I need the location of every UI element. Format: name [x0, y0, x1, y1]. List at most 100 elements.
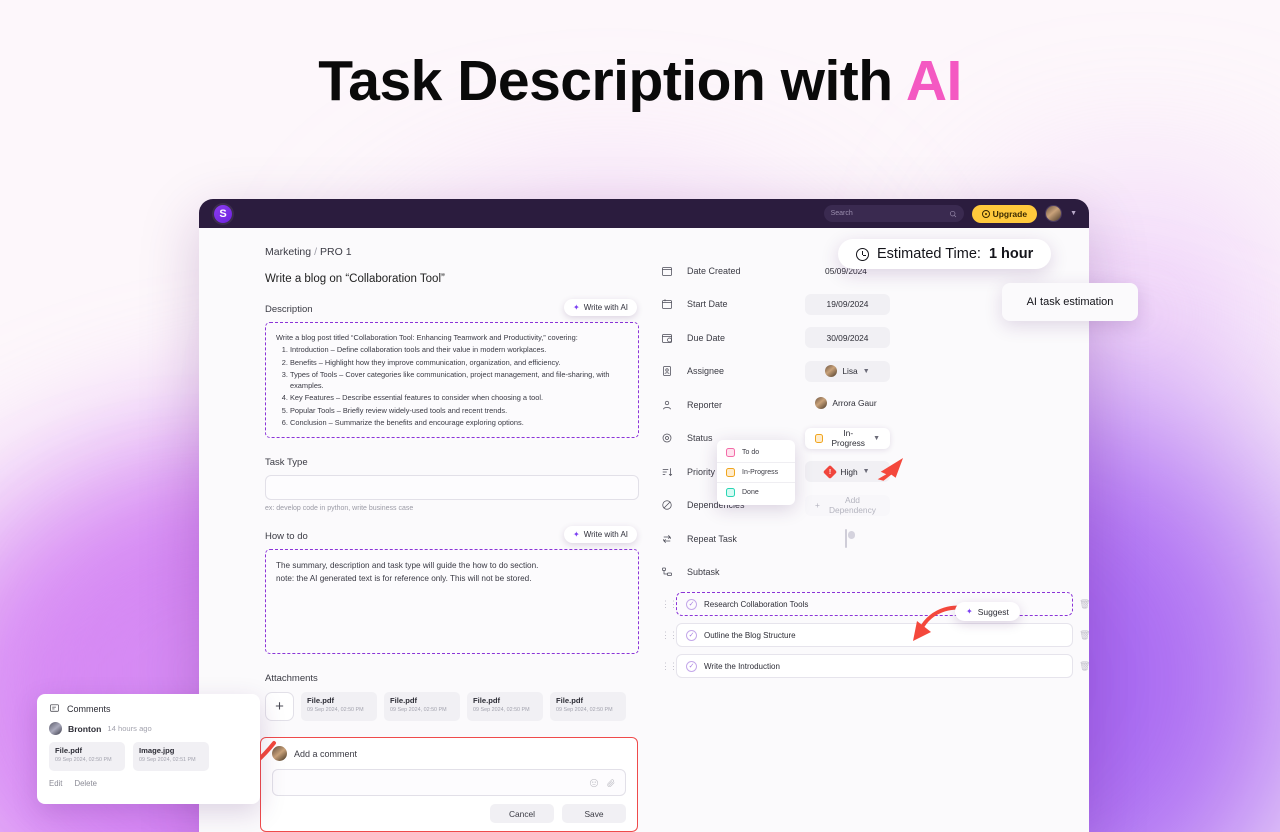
status-option-in-progress[interactable]: In-Progress — [717, 462, 795, 482]
description-intro: Write a blog post titled “Collaboration … — [276, 333, 578, 342]
page-title: Task Description with AI — [0, 48, 1280, 114]
comment-attachments: File.pdf 09 Sep 2024, 02:50 PM Image.jpg… — [49, 742, 248, 771]
status-dropdown-menu[interactable]: To do In-Progress Done — [717, 440, 795, 505]
attachment-name: File.pdf — [307, 696, 334, 705]
comment-attachment-chip[interactable]: File.pdf 09 Sep 2024, 02:50 PM — [49, 742, 125, 771]
assignee-field: Lisa ▼ — [805, 360, 890, 383]
delete-subtask-icon[interactable]: 🗑 — [1079, 661, 1089, 672]
subtask-card[interactable]: ✓ Write the Introduction — [676, 654, 1073, 678]
subtask-row: ⋮⋮ ✓ Write the Introduction 🗑 — [661, 654, 1089, 678]
attachment-date: 09 Sep 2024, 02:50 PM — [390, 707, 447, 713]
delete-subtask-icon[interactable]: 🗑 — [1079, 599, 1089, 610]
write-with-ai-button-description[interactable]: ✦ Write with AI — [563, 299, 637, 316]
drag-handle-icon[interactable]: ⋮⋮ — [661, 599, 678, 608]
description-point: Conclusion – Summarize the benefits and … — [290, 417, 628, 428]
estimated-time-value: 1 hour — [988, 246, 1034, 262]
suggest-button[interactable]: ✦ Suggest — [955, 602, 1020, 621]
person-icon — [661, 399, 687, 411]
status-option-done[interactable]: Done — [717, 482, 795, 502]
edit-comment-button[interactable]: Edit — [49, 779, 62, 788]
task-type-input[interactable] — [265, 475, 639, 500]
priority-value: High — [840, 466, 858, 477]
status-option-label: To do — [742, 449, 760, 456]
breadcrumb-project[interactable]: Marketing — [265, 246, 311, 258]
drag-handle-icon[interactable]: ⋮⋮ — [661, 661, 678, 670]
attachment-chip[interactable]: File.pdf 09 Sep 2024, 02:50 PM — [301, 692, 377, 721]
attachments-list: + File.pdf 09 Sep 2024, 02:50 PM File.pd… — [265, 692, 639, 721]
search-input[interactable]: Search — [823, 205, 964, 222]
attachment-name: File.pdf — [473, 696, 500, 705]
due-date-field: 30/09/2024 — [805, 327, 890, 349]
calendar-icon — [661, 298, 687, 310]
assignee-value[interactable]: Lisa ▼ — [805, 360, 890, 382]
breadcrumb-item[interactable]: PRO 1 — [320, 246, 352, 258]
comments-card-header: Comments — [49, 703, 248, 714]
meta-label: Subtask — [687, 567, 720, 578]
attachment-chip[interactable]: File.pdf 09 Sep 2024, 02:50 PM — [467, 692, 543, 721]
reporter-value: Arrora Gaur — [815, 396, 877, 409]
howto-box[interactable]: The summary, description and task type w… — [265, 549, 639, 654]
write-with-ai-button-howto[interactable]: ✦ Write with AI — [563, 526, 637, 543]
add-attachment-button[interactable]: + — [265, 692, 294, 721]
status-value-button[interactable]: In-Progress ▼ — [805, 427, 890, 449]
avatar[interactable] — [1045, 205, 1063, 222]
status-option-label: In-Progress — [742, 469, 779, 476]
start-date-value[interactable]: 19/09/2024 — [805, 293, 890, 315]
meta-label: Due Date — [687, 332, 726, 343]
repeat-task-field — [805, 528, 887, 548]
check-circle-icon[interactable]: ✓ — [686, 660, 697, 672]
subtask-label: Research Collaboration Tools — [704, 599, 809, 609]
tooltip-text: AI task estimation — [1026, 296, 1114, 308]
repeat-icon — [661, 533, 687, 545]
sparkle-icon: ✦ — [966, 607, 973, 616]
attachments-header: Attachments — [265, 673, 639, 684]
repeat-task-toggle[interactable] — [845, 528, 847, 548]
howto-line-1: The summary, description and task type w… — [276, 561, 539, 570]
plus-icon: + — [275, 698, 284, 715]
comment-icon — [50, 704, 59, 712]
comment-input[interactable] — [272, 769, 626, 796]
description-point: Key Features – Describe essential featur… — [290, 392, 628, 403]
cancel-button[interactable]: Cancel — [490, 804, 554, 823]
add-dependency-button[interactable]: + Add Dependency — [805, 494, 890, 516]
check-circle-icon[interactable]: ✓ — [686, 629, 697, 641]
comment-attachment-chip[interactable]: Image.jpg 09 Sep 2024, 02:51 PM — [133, 742, 209, 771]
status-option-todo[interactable]: To do — [717, 443, 795, 462]
description-point: Types of Tools – Cover categories like c… — [290, 369, 628, 392]
upgrade-button[interactable]: Upgrade — [971, 204, 1038, 223]
suggest-label: Suggest — [977, 606, 1009, 617]
attachment-clip-icon[interactable] — [606, 778, 616, 788]
description-header: Description ✦ Write with AI — [265, 299, 639, 316]
priority-value-button[interactable]: High ▼ — [805, 461, 890, 483]
chevron-down-icon: ▼ — [862, 367, 870, 375]
check-circle-icon[interactable]: ✓ — [686, 598, 697, 610]
description-point: Popular Tools – Briefly review widely-us… — [290, 405, 628, 416]
subtask-icon — [661, 566, 687, 578]
sparkle-icon: ✦ — [572, 530, 580, 539]
comment-timestamp: 14 hours ago — [107, 724, 152, 733]
attachments-label: Attachments — [265, 673, 318, 684]
delete-comment-button[interactable]: Delete — [74, 779, 97, 788]
app-logo-icon[interactable]: S — [214, 204, 232, 223]
chevron-down-icon[interactable]: ▼ — [1070, 210, 1077, 217]
comments-title: Comments — [67, 703, 111, 714]
drag-handle-icon[interactable]: ⋮⋮ — [661, 630, 678, 639]
attachment-name: File.pdf — [390, 696, 417, 705]
due-date-value[interactable]: 30/09/2024 — [805, 327, 890, 349]
reporter-name: Arrora Gaur — [832, 397, 877, 408]
delete-subtask-icon[interactable]: 🗑 — [1079, 630, 1089, 641]
save-button[interactable]: Save — [562, 804, 626, 823]
assignee-icon — [661, 365, 687, 377]
topbar-right-group: Search Upgrade ▼ — [823, 204, 1081, 223]
status-swatch-icon — [726, 448, 735, 457]
description-label: Description — [265, 304, 313, 315]
clock-icon — [856, 247, 869, 261]
description-box[interactable]: Write a blog post titled “Collaboration … — [265, 322, 639, 438]
attachment-chip[interactable]: File.pdf 09 Sep 2024, 02:50 PM — [384, 692, 460, 721]
attachment-chip[interactable]: File.pdf 09 Sep 2024, 02:50 PM — [550, 692, 626, 721]
reporter-avatar — [815, 396, 828, 409]
subtask-card[interactable]: ✓ Outline the Blog Structure — [676, 623, 1073, 647]
meta-label: Start Date — [687, 299, 728, 310]
emoji-icon[interactable] — [589, 778, 599, 788]
sparkle-icon: ✦ — [572, 303, 580, 312]
